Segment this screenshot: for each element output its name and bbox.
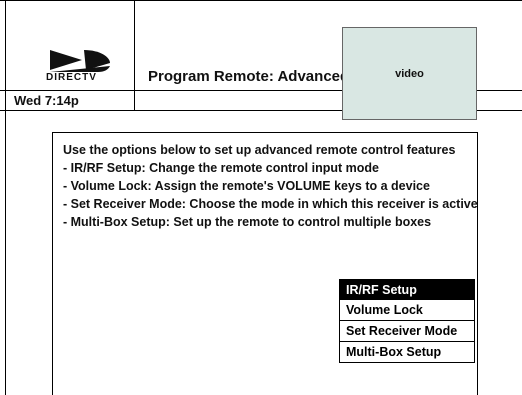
video-label: video [395,67,424,80]
description-multi-box: - Multi-Box Setup: Set up the remote to … [63,215,432,229]
menu-item-ir-rf-setup[interactable]: IR/RF Setup [339,279,475,300]
menu-item-set-receiver-mode[interactable]: Set Receiver Mode [339,321,475,342]
description-ir-rf: - IR/RF Setup: Change the remote control… [63,161,379,175]
description-block: Use the options below to set up advanced… [63,141,478,231]
left-divider [5,0,6,395]
options-menu: IR/RF Setup Volume Lock Set Receiver Mod… [339,279,475,363]
logo-text: DIRECTV [46,72,97,83]
video-preview: video [342,27,477,120]
logo-divider [134,0,135,110]
header-top-divider [0,0,522,1]
menu-item-multi-box-setup[interactable]: Multi-Box Setup [339,342,475,363]
description-volume-lock: - Volume Lock: Assign the remote's VOLUM… [63,179,430,193]
intro-text: Use the options below to set up advanced… [63,143,456,157]
clock: Wed 7:14p [14,93,79,108]
description-receiver-mode: - Set Receiver Mode: Choose the mode in … [63,197,478,211]
menu-item-volume-lock[interactable]: Volume Lock [339,300,475,321]
content-panel: Use the options below to set up advanced… [52,132,478,395]
page-title: Program Remote: Advanced [148,68,350,85]
